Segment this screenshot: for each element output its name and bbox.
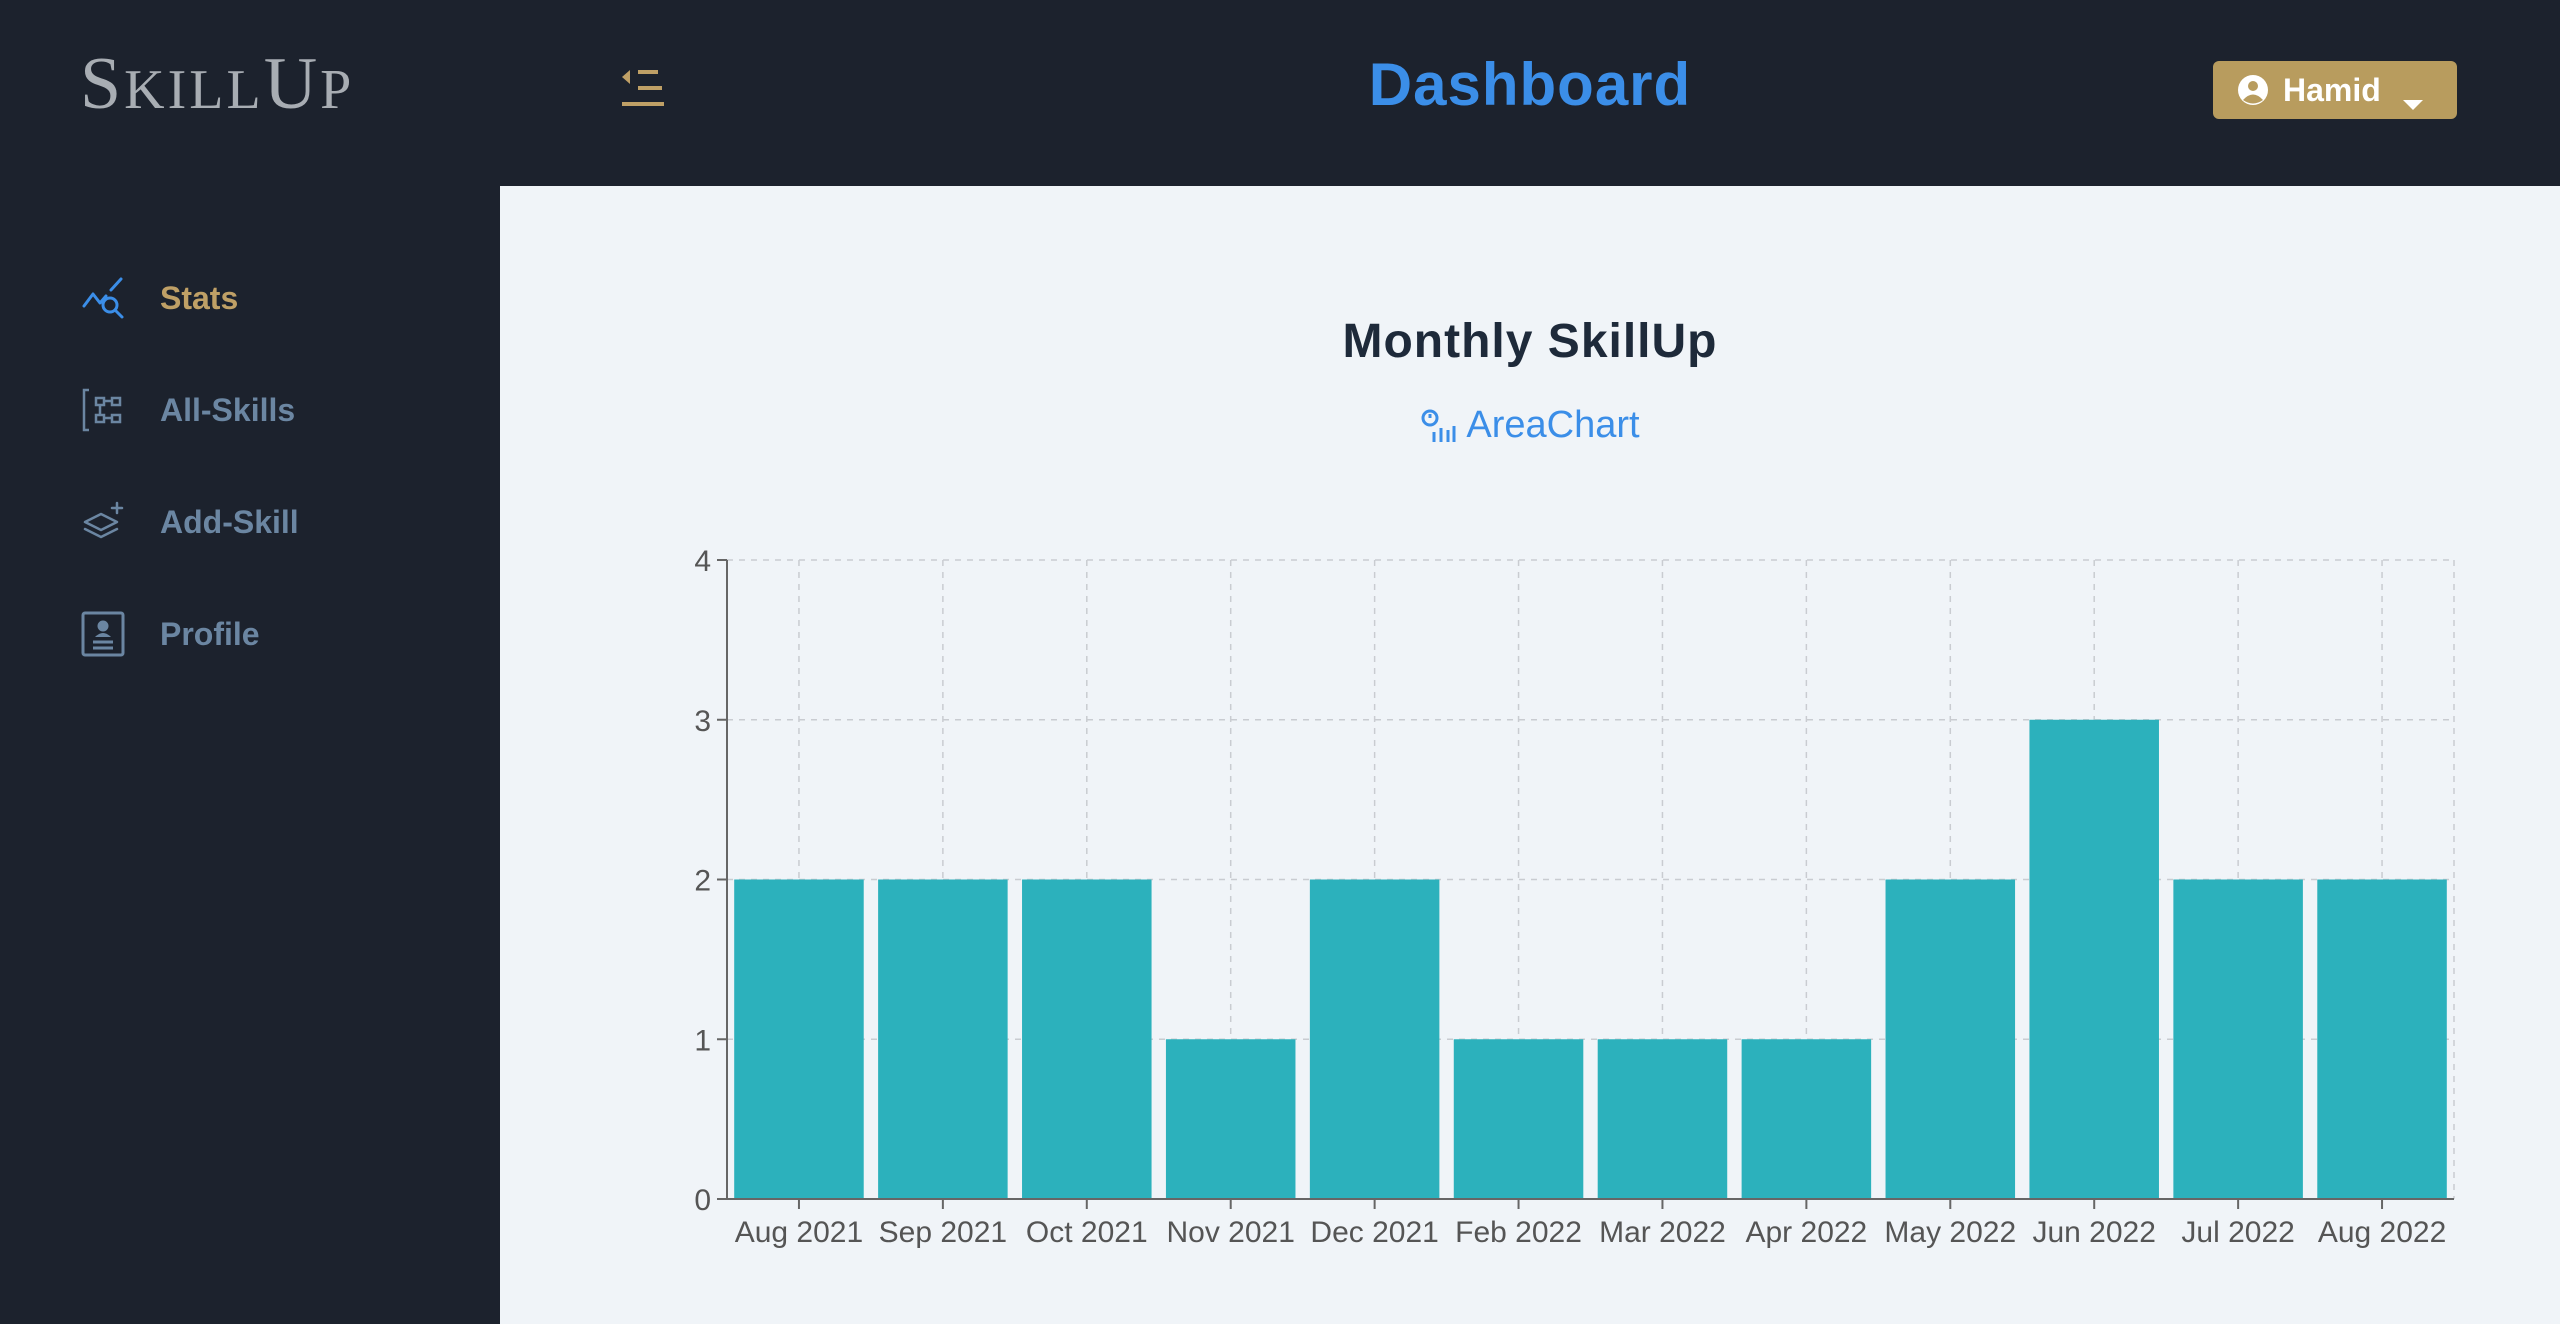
app-logo-text: SKILLUP [80,43,355,125]
sidebar-item-label: Stats [160,279,239,316]
x-tick-label: Dec 2021 [1310,1216,1438,1249]
y-tick-label: 2 [694,865,711,898]
app-logo[interactable]: SKILLUP [80,44,354,130]
stats-icon [80,275,126,321]
x-tick-label: Sep 2021 [879,1216,1007,1249]
chart-bar [1453,1039,1584,1199]
profile-card-icon [80,611,126,657]
user-menu-button[interactable]: Hamid [2213,61,2457,119]
chart-bar [734,879,864,1199]
x-tick-label: Aug 2021 [735,1216,863,1249]
x-tick-label: Jun 2022 [2032,1216,2155,1249]
skills-tree-icon [80,387,126,433]
chart-bar [1885,879,2016,1199]
chart-bar [1741,1039,1872,1199]
chart-heading: Monthly SkillUp [1342,315,1718,368]
chart-toggle-button[interactable]: AreaChart [500,404,2560,447]
sidebar-item-all-skills[interactable]: All-Skills [80,382,299,438]
caret-down-icon [2401,83,2425,110]
sidebar-item-profile[interactable]: Profile [80,606,299,662]
y-tick-label: 0 [694,1184,711,1217]
chart-bar [1022,879,1152,1199]
top-header: Dashboard Hamid [500,0,2560,186]
sidebar-item-add-skill[interactable]: Add-Skill [80,494,299,550]
user-circle-icon [2237,74,2269,106]
sidebar-nav: Stats All-Skills Add-Skill Profile [80,270,299,718]
x-tick-label: May 2022 [1884,1216,2016,1249]
x-tick-label: Apr 2022 [1745,1216,1867,1249]
chart-bar [1597,1039,1728,1199]
add-layers-icon [80,499,126,545]
chart-bar [1309,879,1440,1199]
chart-bar [878,879,1008,1199]
chart-bar [2029,719,2159,1199]
area-chart-icon [1420,408,1456,444]
user-name: Hamid [2283,71,2381,108]
sidebar-item-stats[interactable]: Stats [80,270,299,326]
chart-bar [2173,879,2303,1199]
chart-toggle-label: AreaChart [1466,404,1640,446]
sidebar-item-label: Profile [160,615,260,652]
x-tick-label: Nov 2021 [1166,1216,1294,1249]
y-tick-label: 1 [694,1024,711,1057]
x-tick-label: Mar 2022 [1599,1216,1726,1249]
main-content: 0 1 2 3 4 Aug 2021 Sep 2021 Oct 2021 Nov 2021 Dec… [500,186,2560,1324]
y-tick-label: 4 [694,545,711,578]
x-tick-label: Aug 2022 [2318,1216,2446,1249]
chart-bar [1165,1039,1296,1199]
sidebar-item-label: Add-Skill [160,503,299,540]
y-tick-label: 3 [694,705,711,738]
x-tick-label: Oct 2021 [1026,1216,1148,1249]
sidebar: SKILLUP Stats All-Skills Add-Skill Profi… [0,0,500,1324]
chart-bar [2317,879,2447,1199]
x-tick-label: Feb 2022 [1455,1216,1582,1249]
sidebar-item-label: All-Skills [160,391,296,428]
x-tick-label: Jul 2022 [2181,1216,2294,1249]
